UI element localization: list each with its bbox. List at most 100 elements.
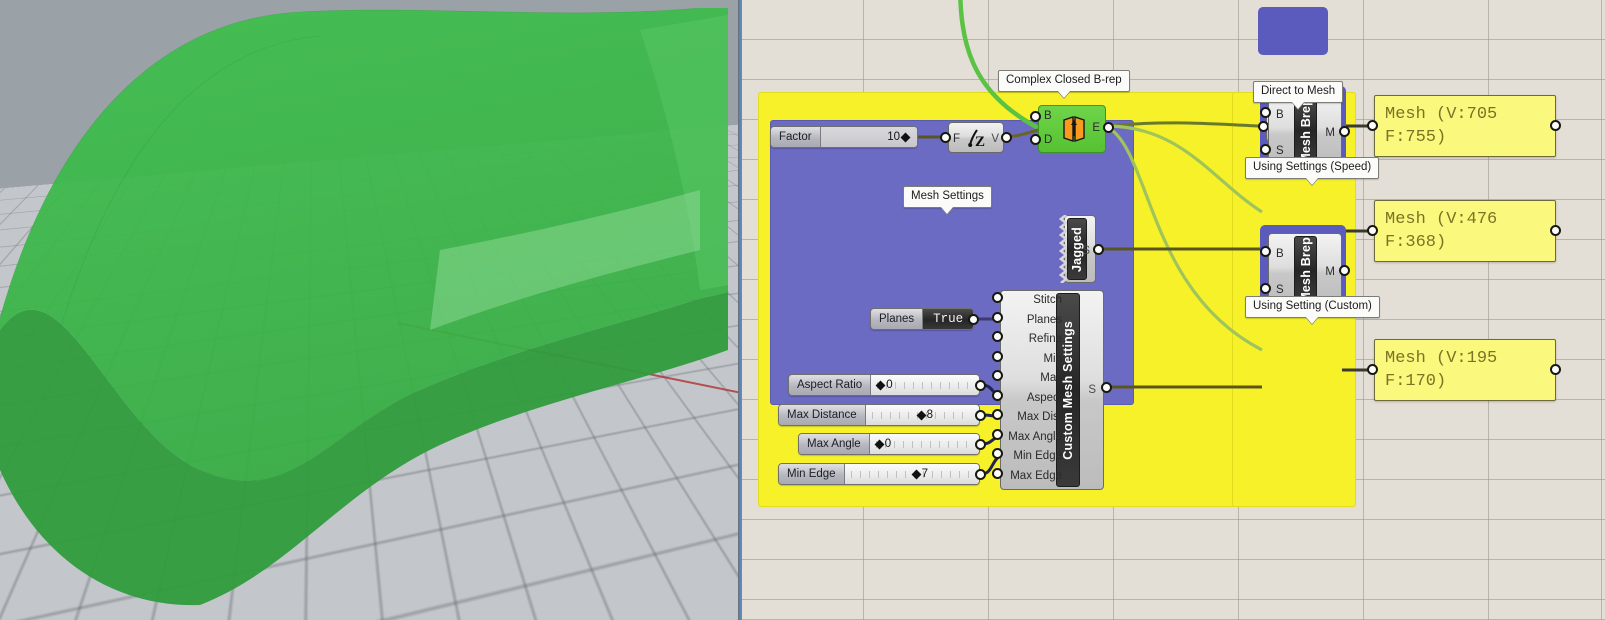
svg-text:Z: Z <box>975 134 985 148</box>
balloon-complex-closed-brep: Complex Closed B-rep <box>998 70 1130 92</box>
input-nub-custom-s[interactable] <box>1260 283 1271 294</box>
toggle-planes-label: Planes <box>871 309 924 329</box>
slider-min-edge-track[interactable]: 7 <box>844 464 979 484</box>
green-extruded-surface[interactable] <box>0 0 740 620</box>
port-label-max-dist: Max Dist <box>1017 411 1062 423</box>
slider-max-angle-label: Max Angle <box>799 434 870 454</box>
port-label-aspect: Aspect <box>1026 391 1062 404</box>
port-label-custom-s: S <box>1276 284 1284 296</box>
port-label-max-angle: Max Angle <box>1008 430 1062 443</box>
input-nub-min-edge[interactable] <box>992 448 1003 459</box>
component-brep[interactable]: B D E <box>1030 105 1114 153</box>
port-label-refine: Refine <box>1028 333 1062 345</box>
slider-max-distance-track[interactable]: 8 <box>865 405 979 425</box>
port-label-cms-s: S <box>1088 384 1096 396</box>
input-nub-planes[interactable] <box>992 311 1003 323</box>
input-nub-stitch[interactable] <box>992 292 1003 303</box>
input-nub-max-angle[interactable] <box>992 428 1003 440</box>
jagged-edge-icon <box>1059 215 1067 283</box>
input-nub-panel-direct[interactable] <box>1367 120 1378 131</box>
slider-handle-icon[interactable] <box>874 439 885 449</box>
port-label-speed-s: S <box>1276 145 1284 157</box>
input-nub-d[interactable] <box>1030 134 1041 145</box>
input-nub-max-edge[interactable] <box>992 467 1003 479</box>
input-nub-aspect[interactable] <box>992 389 1003 401</box>
port-label-custom-m: M <box>1325 266 1335 278</box>
output-nub-max-distance[interactable] <box>975 410 986 421</box>
slider-max-distance-value-group: 8 <box>916 409 933 421</box>
slider-factor-track[interactable]: 10 <box>820 127 917 147</box>
port-label-min-edge: Min Edge <box>1013 450 1062 462</box>
balloon-using-setting-custom: Using Setting (Custom) <box>1245 296 1380 318</box>
slider-max-distance-label: Max Distance <box>779 405 866 425</box>
input-nub-speed-s[interactable] <box>1260 144 1271 155</box>
input-nub-custom-b[interactable] <box>1260 246 1271 257</box>
output-nub-max-angle[interactable] <box>975 439 986 450</box>
output-nub-aspect-ratio[interactable] <box>975 380 986 391</box>
panel-mesh-custom-line1: Mesh (V:195 <box>1385 349 1498 368</box>
slider-max-angle[interactable]: Max Angle 0 <box>798 433 980 455</box>
slider-handle-icon[interactable] <box>916 410 927 420</box>
output-nub-jagged-s[interactable] <box>1093 244 1104 255</box>
slider-aspect-ratio-label: Aspect Ratio <box>789 375 872 395</box>
rhino-perspective-viewport[interactable] <box>0 0 740 620</box>
input-nub-max[interactable] <box>992 370 1003 381</box>
grasshopper-canvas[interactable]: Complex Closed B-rep Mesh Settings Facto… <box>742 0 1605 620</box>
output-nub-panel-direct[interactable] <box>1550 120 1561 131</box>
component-mesh-brep-custom-caption: Mesh Brep <box>1298 237 1313 303</box>
output-nub-speed-m[interactable] <box>1339 126 1350 137</box>
slider-factor-value: 10 <box>887 131 900 143</box>
output-nub-planes[interactable] <box>968 314 979 325</box>
input-nub-speed-b[interactable] <box>1260 107 1271 118</box>
output-nub-panel-custom[interactable] <box>1550 364 1561 375</box>
component-fz[interactable]: F Z V <box>940 122 1012 153</box>
toggle-planes[interactable]: Planes True <box>870 308 975 330</box>
slider-min-edge[interactable]: Min Edge 7 <box>778 463 980 485</box>
slider-aspect-ratio[interactable]: Aspect Ratio 0 <box>788 374 980 396</box>
slider-aspect-ratio-track[interactable]: 0 <box>871 375 979 395</box>
component-jagged[interactable]: Jagged S <box>1059 215 1104 283</box>
input-nub-f[interactable] <box>940 132 951 143</box>
panel-mesh-speed[interactable]: Mesh (V:476 F:368) <box>1374 200 1556 262</box>
output-nub-e[interactable] <box>1103 122 1114 133</box>
balloon-direct-to-mesh-label: Direct to Mesh <box>1253 81 1344 103</box>
port-label-d: D <box>1044 134 1053 146</box>
input-nub-max-dist[interactable] <box>992 409 1003 420</box>
slider-handle-icon[interactable] <box>911 469 922 479</box>
input-nub-panel-speed[interactable] <box>1367 225 1378 236</box>
port-label-max-edge: Max Edge <box>1010 469 1062 482</box>
panel-mesh-speed-line1: Mesh (V:476 <box>1385 210 1498 229</box>
slider-max-angle-value-group: 0 <box>874 438 892 450</box>
toggle-planes-value[interactable]: True <box>923 309 974 329</box>
output-nub-cms-s[interactable] <box>1101 382 1112 393</box>
output-nub-min-edge[interactable] <box>975 469 986 480</box>
selection-box-direct-to-mesh <box>1258 7 1328 55</box>
port-label-e: E <box>1092 122 1100 134</box>
slider-min-edge-label: Min Edge <box>779 464 845 484</box>
panel-mesh-direct-line2: F:755) <box>1385 128 1447 147</box>
slider-factor-label: Factor <box>771 127 821 147</box>
slider-handle-icon[interactable] <box>875 380 886 390</box>
output-nub-panel-speed[interactable] <box>1550 225 1561 236</box>
balloon-mesh-settings: Mesh Settings <box>903 186 992 208</box>
slider-max-distance[interactable]: Max Distance 8 <box>778 404 980 426</box>
extrude-icon <box>1063 116 1085 142</box>
input-nub-b[interactable] <box>1030 111 1041 122</box>
port-label-f: F <box>953 133 961 145</box>
input-nub-min[interactable] <box>992 350 1003 362</box>
input-nub-refine[interactable] <box>992 331 1003 342</box>
slider-factor[interactable]: Factor 10 <box>770 126 918 148</box>
panel-mesh-custom[interactable]: Mesh (V:195 F:170) <box>1374 339 1556 401</box>
slider-max-angle-value: 0 <box>884 438 892 450</box>
output-nub-v[interactable] <box>1001 132 1012 143</box>
slider-max-angle-track[interactable]: 0 <box>869 434 979 454</box>
balloon-using-settings-speed-label: Using Settings (Speed) <box>1245 157 1380 179</box>
panel-mesh-direct[interactable]: Mesh (V:705 F:755) <box>1374 95 1556 157</box>
port-label-custom-b: B <box>1276 248 1284 260</box>
output-nub-custom-m[interactable] <box>1339 265 1350 276</box>
slider-handle-icon[interactable] <box>900 132 911 142</box>
component-custom-mesh-settings-caption: Custom Mesh Settings <box>1061 320 1075 460</box>
input-nub-panel-custom[interactable] <box>1367 364 1378 375</box>
component-custom-mesh-settings[interactable]: Custom Mesh Settings Stitch Planes Refine M… <box>992 290 1112 490</box>
panel-mesh-speed-line2: F:368) <box>1385 233 1447 252</box>
